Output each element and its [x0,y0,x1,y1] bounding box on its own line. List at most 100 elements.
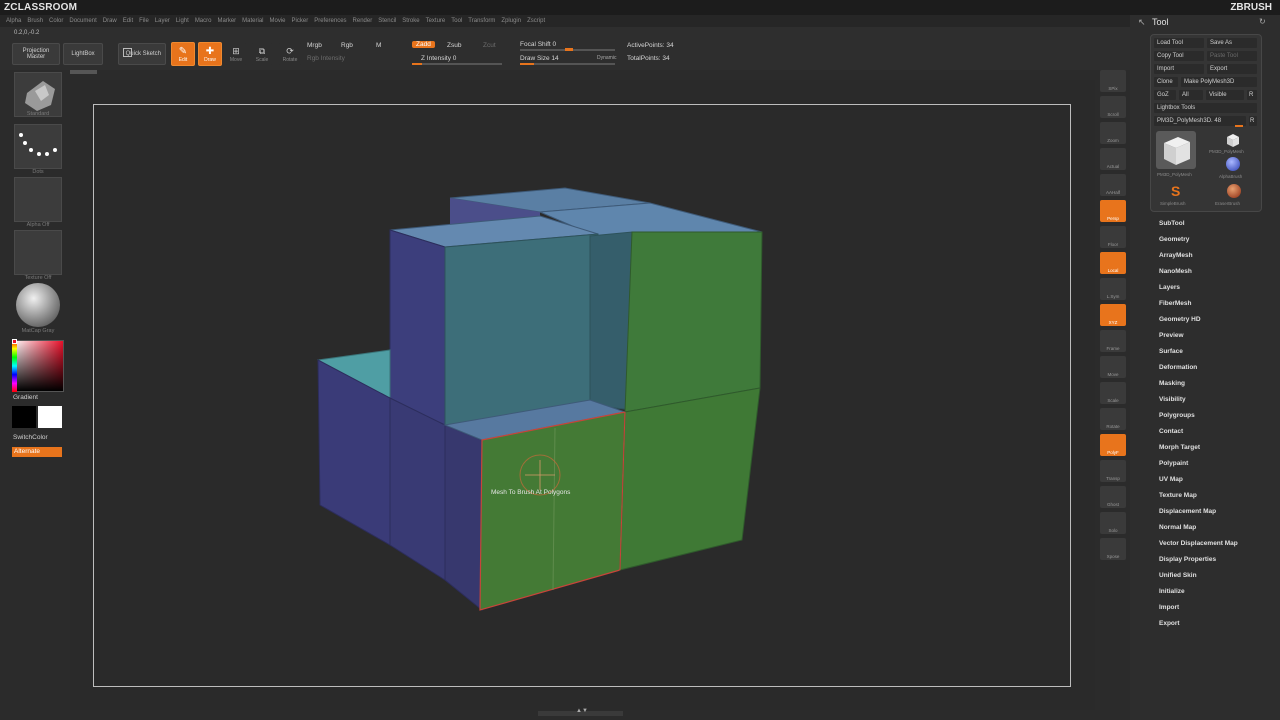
subpalette-masking[interactable]: Masking [1159,380,1185,387]
hue-strip[interactable] [12,340,17,392]
subpalette-normal-map[interactable]: Normal Map [1159,524,1196,531]
clone-button[interactable]: Clone [1154,77,1178,87]
scale-button[interactable]: ⧉ Scale [251,42,273,66]
tool-palette-title[interactable]: Tool [1152,17,1169,27]
zadd-toggle[interactable]: Zadd [412,41,435,48]
menu-item-brush[interactable]: Brush [27,15,43,27]
menu-item-layer[interactable]: Layer [155,15,170,27]
view-button-spix[interactable]: SPix [1100,70,1126,92]
shelf-scroll-handle[interactable] [70,70,97,74]
z-intensity-track[interactable] [412,63,502,65]
subpalette-geometry-hd[interactable]: Geometry HD [1159,316,1201,323]
alpha-brush-thumbnail[interactable] [1226,157,1240,171]
goz-visible-button[interactable]: Visible [1206,90,1244,100]
subpalette-polygroups[interactable]: Polygroups [1159,412,1195,419]
view-button-actual[interactable]: Actual [1100,148,1126,170]
m-toggle[interactable]: M [376,42,381,49]
subpalette-vector-displacement-map[interactable]: Vector Displacement Map [1159,540,1238,547]
secondary-color-swatch[interactable] [12,406,36,428]
refresh-icon[interactable]: ↻ [1259,17,1266,26]
draw-size-slider[interactable]: Draw Size 14 [520,55,559,62]
view-button-polyf[interactable]: PolyF [1100,434,1126,456]
mrgb-toggle[interactable]: Mrgb [307,42,322,49]
menu-item-preferences[interactable]: Preferences [314,15,346,27]
subpalette-unified-skin[interactable]: Unified Skin [1159,572,1197,579]
view-button-persp[interactable]: Persp [1100,200,1126,222]
subpalette-export[interactable]: Export [1159,620,1180,627]
view-button-rotate[interactable]: Rotate [1100,408,1126,430]
view-button-transp[interactable]: Transp [1100,460,1126,482]
subpalette-morph-target[interactable]: Morph Target [1159,444,1200,451]
lightbox-tools-button[interactable]: Lightbox Tools [1154,103,1257,113]
projection-master-button[interactable]: Projection Master [12,43,60,65]
export-button[interactable]: Export [1207,64,1257,74]
view-button-ghost[interactable]: Ghost [1100,486,1126,508]
menu-item-stroke[interactable]: Stroke [402,15,419,27]
subpalette-texture-map[interactable]: Texture Map [1159,492,1197,499]
move-button[interactable]: ⊞ Move [225,42,247,66]
menu-item-color[interactable]: Color [49,15,63,27]
view-button-xyz[interactable]: XYZ [1100,304,1126,326]
draw-button[interactable]: ✚ Draw [198,42,222,66]
menu-item-edit[interactable]: Edit [123,15,133,27]
view-button-l-sym[interactable]: L.Sym [1100,278,1126,300]
focal-shift-slider[interactable]: Focal Shift 0 [520,41,556,48]
subpalette-display-properties[interactable]: Display Properties [1159,556,1216,563]
subpalette-nanomesh[interactable]: NanoMesh [1159,268,1192,275]
menu-item-texture[interactable]: Texture [426,15,446,27]
view-button-aahalf[interactable]: AAHalf [1100,174,1126,196]
zcut-toggle[interactable]: Zcut [483,42,496,49]
main-color-swatch[interactable] [38,406,62,428]
menu-item-movie[interactable]: Movie [270,15,286,27]
menu-item-tool[interactable]: Tool [451,15,462,27]
lightbox-button[interactable]: LightBox [63,43,103,65]
alpha-thumbnail[interactable] [14,177,62,222]
menu-item-zscript[interactable]: Zscript [527,15,545,27]
view-button-floor[interactable]: Floor [1100,226,1126,248]
quick-sketch-button[interactable]: Quick Sketch [118,43,166,65]
menu-item-alpha[interactable]: Alpha [6,15,21,27]
subpalette-geometry[interactable]: Geometry [1159,236,1189,243]
menu-item-zplugin[interactable]: Zplugin [501,15,521,27]
copy-tool-button[interactable]: Copy Tool [1154,51,1204,61]
subpalette-deformation[interactable]: Deformation [1159,364,1197,371]
subpalette-fibermesh[interactable]: FiberMesh [1159,300,1192,307]
view-button-xpose[interactable]: Xpose [1100,538,1126,560]
subpalette-visibility[interactable]: Visibility [1159,396,1186,403]
subpalette-arraymesh[interactable]: ArrayMesh [1159,252,1193,259]
import-button[interactable]: Import [1154,64,1204,74]
subpalette-surface[interactable]: Surface [1159,348,1183,355]
color-picker[interactable] [12,340,64,392]
subpalette-preview[interactable]: Preview [1159,332,1184,339]
gradient-label[interactable]: Gradient [13,394,38,401]
edit-button[interactable]: ✎ Edit [171,42,195,66]
subpalette-polypaint[interactable]: Polypaint [1159,460,1188,467]
goz-button[interactable]: GoZ [1154,90,1176,100]
polymesh-tool-thumbnail[interactable] [1156,131,1196,169]
switch-color-button[interactable]: SwitchColor [13,434,48,441]
view-button-solo[interactable]: Solo [1100,512,1126,534]
subpalette-uv-map[interactable]: UV Map [1159,476,1183,483]
rotate-button[interactable]: ⟳ Rotate [278,42,302,66]
menu-item-transform[interactable]: Transform [468,15,495,27]
menu-item-macro[interactable]: Macro [195,15,212,27]
goz-r-button[interactable]: R [1247,90,1257,100]
rgb-intensity-slider[interactable]: Rgb Intensity [307,55,345,62]
subpalette-contact[interactable]: Contact [1159,428,1183,435]
subpalette-import[interactable]: Import [1159,604,1179,611]
menu-item-material[interactable]: Material [242,15,263,27]
simple-brush-icon[interactable]: S [1171,183,1180,199]
rgb-toggle[interactable]: Rgb [341,42,353,49]
z-intensity-slider[interactable]: Z Intensity 0 [421,55,456,62]
current-tool-slider[interactable]: PM3D_PolyMesh3D. 48 [1154,116,1246,126]
eraser-brush-icon[interactable] [1227,184,1241,198]
subpalette-subtool[interactable]: SubTool [1159,220,1185,227]
menu-item-marker[interactable]: Marker [217,15,236,27]
draw-size-track[interactable] [520,63,615,65]
current-tool-r-button[interactable]: R [1249,116,1257,126]
subpalette-displacement-map[interactable]: Displacement Map [1159,508,1216,515]
view-button-local[interactable]: Local [1100,252,1126,274]
polymesh-small-thumbnail[interactable] [1213,131,1253,151]
goz-all-button[interactable]: All [1179,90,1203,100]
menu-item-file[interactable]: File [139,15,149,27]
